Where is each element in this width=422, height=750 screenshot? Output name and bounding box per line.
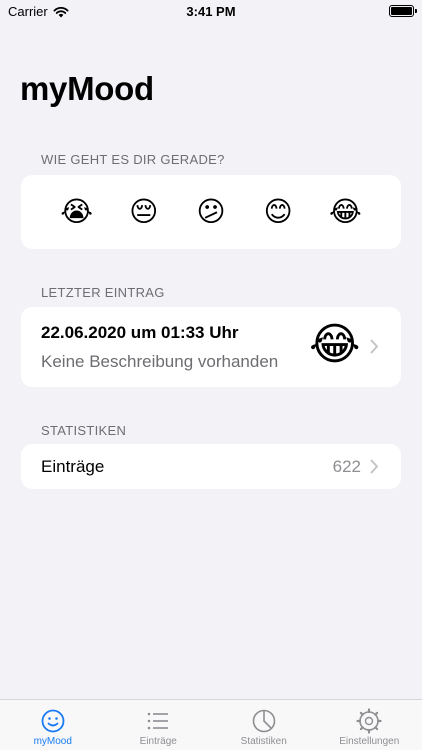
last-entry-header: LETZTER EINTRAG: [41, 285, 165, 300]
mood-option-happy[interactable]: 😊: [256, 198, 300, 226]
status-time: 3:41 PM: [186, 4, 236, 19]
tab-label: Statistiken: [240, 736, 287, 747]
tab-label: Einträge: [139, 736, 177, 747]
page-title: myMood: [20, 70, 154, 107]
last-entry-description: Keine Beschreibung vorhanden: [41, 352, 279, 371]
stats-entries-row[interactable]: Einträge 622: [21, 444, 401, 489]
tab-label: Einstellungen: [339, 736, 400, 747]
mood-section-header: WIE GEHT ES DIR GERADE?: [41, 152, 225, 167]
tab-eintraege[interactable]: Einträge: [106, 700, 212, 750]
stats-section-header: STATISTIKEN: [41, 423, 127, 438]
mood-option-laughing[interactable]: 😂: [323, 198, 367, 226]
tab-mymood[interactable]: myMood: [0, 700, 106, 750]
list-icon: [147, 712, 169, 730]
chevron-right-icon: [370, 459, 378, 474]
mood-option-crying[interactable]: 😭: [55, 198, 99, 226]
smiley-icon: [41, 709, 65, 733]
mood-option-confused[interactable]: 😕: [189, 198, 233, 226]
tab-statistiken[interactable]: Statistiken: [211, 700, 317, 750]
tab-label: myMood: [33, 736, 72, 747]
mood-option-sad[interactable]: 😔: [122, 198, 166, 226]
stats-entries-count: 622: [332, 457, 361, 476]
status-bar: Carrier 3:41 PM: [0, 0, 422, 22]
last-entry-date: 22.06.2020 um 01:33 Uhr: [41, 323, 239, 342]
last-entry-card[interactable]: 22.06.2020 um 01:33 Uhr Keine Beschreibu…: [21, 307, 401, 387]
last-entry-emoji: 😂: [309, 320, 361, 369]
gear-icon: [356, 708, 382, 734]
mood-picker-card: 😭 😔 😕 😊 😂: [21, 175, 401, 249]
battery-icon: [389, 5, 417, 17]
chevron-right-icon: [370, 339, 378, 354]
tab-einstellungen[interactable]: Einstellungen: [317, 700, 422, 750]
tab-bar: myMood Einträge Statistiken Einstellunge…: [0, 699, 422, 750]
pie-chart-icon: [252, 709, 276, 733]
stats-entries-label: Einträge: [41, 457, 105, 476]
